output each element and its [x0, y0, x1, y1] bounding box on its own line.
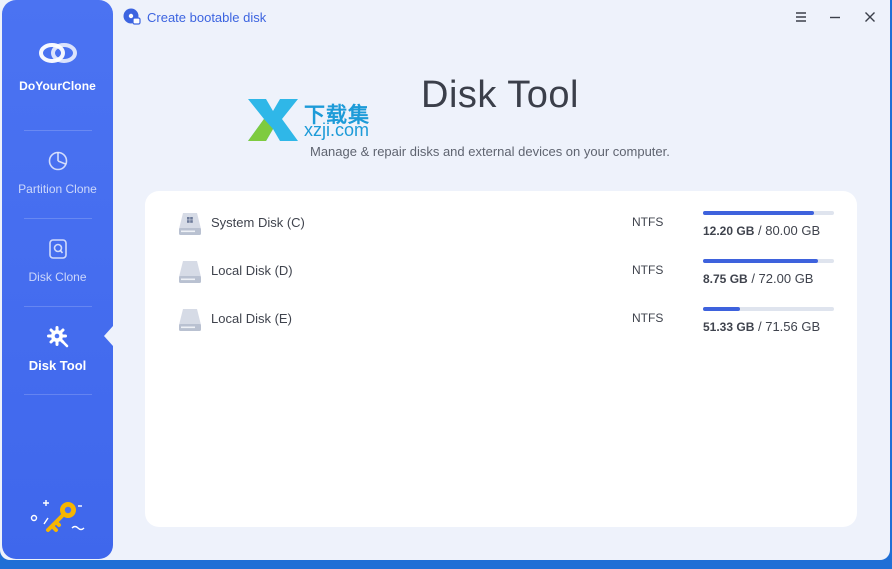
sidebar-item-label: Disk Clone [28, 270, 87, 284]
sidebar-divider [24, 394, 92, 395]
sidebar-item-label: Partition Clone [18, 182, 97, 196]
disk-name: Local Disk (E) [211, 311, 292, 326]
disk-size: 51.33 GB / 71.56 GB [703, 319, 820, 334]
disk-usage-bar [703, 211, 834, 215]
disk-used: 51.33 GB [703, 320, 755, 334]
disk-clone-icon [48, 239, 67, 259]
minimize-icon[interactable] [826, 8, 844, 26]
title-bar: Create bootable disk [113, 0, 890, 34]
hard-disk-icon [179, 309, 201, 331]
disk-usage-fill [703, 211, 815, 215]
sidebar-item-disk-clone[interactable]: Disk Clone [2, 238, 113, 284]
disk-filesystem: NTFS [632, 311, 664, 325]
close-icon[interactable] [861, 8, 879, 26]
page-title: Disk Tool [421, 74, 579, 116]
watermark-logo: 下载集 xzji.com [246, 97, 386, 143]
disk-total: / 80.00 GB [758, 223, 821, 238]
sidebar-divider [24, 130, 92, 131]
logo-icon [38, 43, 77, 63]
sidebar-item-partition-clone[interactable]: Partition Clone [2, 150, 113, 196]
disk-used: 12.20 GB [703, 224, 755, 238]
bootable-disk-icon [123, 8, 141, 25]
create-bootable-disk-button[interactable]: Create bootable disk [123, 8, 266, 26]
disk-row-local-d[interactable]: Local Disk (D) NTFS 8.75 GB / 72.00 GB [145, 259, 857, 299]
disk-total: / 71.56 GB [758, 319, 821, 334]
create-bootable-disk-label: Create bootable disk [147, 9, 267, 25]
disk-usage-fill [703, 259, 819, 263]
disk-name: System Disk (C) [211, 215, 305, 230]
license-key-icon[interactable] [28, 496, 88, 538]
disk-size: 12.20 GB / 80.00 GB [703, 223, 820, 238]
app-logo: DoYourClone [2, 40, 113, 93]
app-name: DoYourClone [19, 79, 96, 93]
active-indicator [104, 326, 113, 346]
watermark-x-icon [248, 99, 298, 141]
disk-filesystem: NTFS [632, 263, 664, 277]
disk-row-local-e[interactable]: Local Disk (E) NTFS 51.33 GB / 71.56 GB [145, 307, 857, 347]
sidebar: DoYourClone Partition Clone Disk Clone D… [2, 0, 113, 559]
sidebar-divider [24, 306, 92, 307]
disk-usage-fill [703, 307, 740, 311]
sidebar-divider [24, 218, 92, 219]
disk-size: 8.75 GB / 72.00 GB [703, 271, 813, 286]
sidebar-item-label: Disk Tool [28, 358, 87, 373]
hard-disk-icon [179, 261, 201, 283]
disk-list-panel: System Disk (C) NTFS 12.20 GB / 80.00 GB… [145, 191, 857, 527]
menu-icon[interactable] [792, 8, 810, 26]
disk-total: / 72.00 GB [751, 271, 814, 286]
disk-usage-bar [703, 259, 834, 263]
page-subtitle: Manage & repair disks and external devic… [310, 144, 670, 159]
disk-name: Local Disk (D) [211, 263, 293, 278]
app-window: DoYourClone Partition Clone Disk Clone D… [0, 0, 890, 560]
pie-chart-icon [48, 151, 67, 171]
disk-usage-bar [703, 307, 834, 311]
watermark-text-en: xzji.com [304, 120, 370, 140]
gear-tool-icon [46, 326, 68, 348]
disk-filesystem: NTFS [632, 215, 664, 229]
sidebar-item-disk-tool[interactable]: Disk Tool [2, 326, 113, 373]
windows-disk-icon [179, 213, 201, 235]
disk-row-system-c[interactable]: System Disk (C) NTFS 12.20 GB / 80.00 GB [145, 211, 857, 251]
disk-used: 8.75 GB [703, 272, 748, 286]
